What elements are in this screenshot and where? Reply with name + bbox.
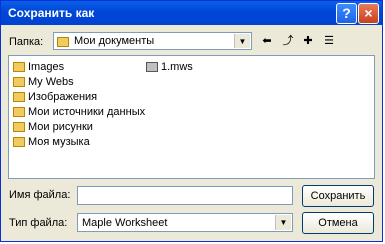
- cancel-button[interactable]: Отмена: [302, 212, 374, 234]
- folder-combo[interactable]: Мои документы ▼: [53, 32, 252, 50]
- folder-icon: [13, 77, 25, 88]
- file-list[interactable]: Images My Webs Изображения Мои источники…: [8, 55, 375, 179]
- folder-icon: [13, 62, 25, 73]
- folder-icon: [57, 36, 69, 48]
- list-item[interactable]: Мои рисунки: [13, 121, 93, 135]
- folder-combo-value: Мои документы: [74, 35, 155, 47]
- filename-label: Имя файла:: [9, 189, 71, 201]
- folder-pictures-icon: [13, 122, 25, 133]
- list-item[interactable]: My Webs: [13, 76, 74, 90]
- list-item[interactable]: Изображения: [13, 91, 97, 105]
- list-item[interactable]: Моя музыка: [13, 136, 90, 150]
- list-item[interactable]: Images: [13, 61, 64, 75]
- folder-label: Папка:: [9, 36, 44, 48]
- filename-input[interactable]: [77, 186, 293, 205]
- help-button[interactable]: ?: [336, 3, 357, 24]
- new-folder-icon[interactable]: ✚: [300, 33, 316, 49]
- chevron-down-icon[interactable]: ▼: [234, 34, 250, 48]
- dialog-title: Сохранить как: [8, 6, 95, 20]
- back-icon[interactable]: ⬅: [259, 33, 275, 49]
- filetype-value: Maple Worksheet: [82, 217, 168, 229]
- up-folder-icon[interactable]: ⤴: [280, 33, 296, 49]
- folder-icon: [13, 92, 25, 103]
- view-menu-icon[interactable]: ☰: [321, 33, 337, 49]
- file-mws-icon: [146, 62, 158, 73]
- list-item[interactable]: 1.mws: [146, 61, 193, 75]
- close-button[interactable]: ×: [358, 3, 379, 24]
- chevron-down-icon[interactable]: ▼: [275, 215, 291, 230]
- filetype-select[interactable]: Maple Worksheet ▼: [77, 213, 293, 232]
- title-bar[interactable]: Сохранить как ? ×: [1, 1, 382, 25]
- list-item[interactable]: Мои источники данных: [13, 106, 145, 120]
- filetype-label: Тип файла:: [9, 217, 68, 229]
- save-as-dialog: Сохранить как ? × Папка: Мои документы ▼…: [0, 0, 383, 242]
- save-button[interactable]: Сохранить: [302, 185, 374, 207]
- folder-music-icon: [13, 137, 25, 148]
- folder-data-icon: [13, 107, 25, 118]
